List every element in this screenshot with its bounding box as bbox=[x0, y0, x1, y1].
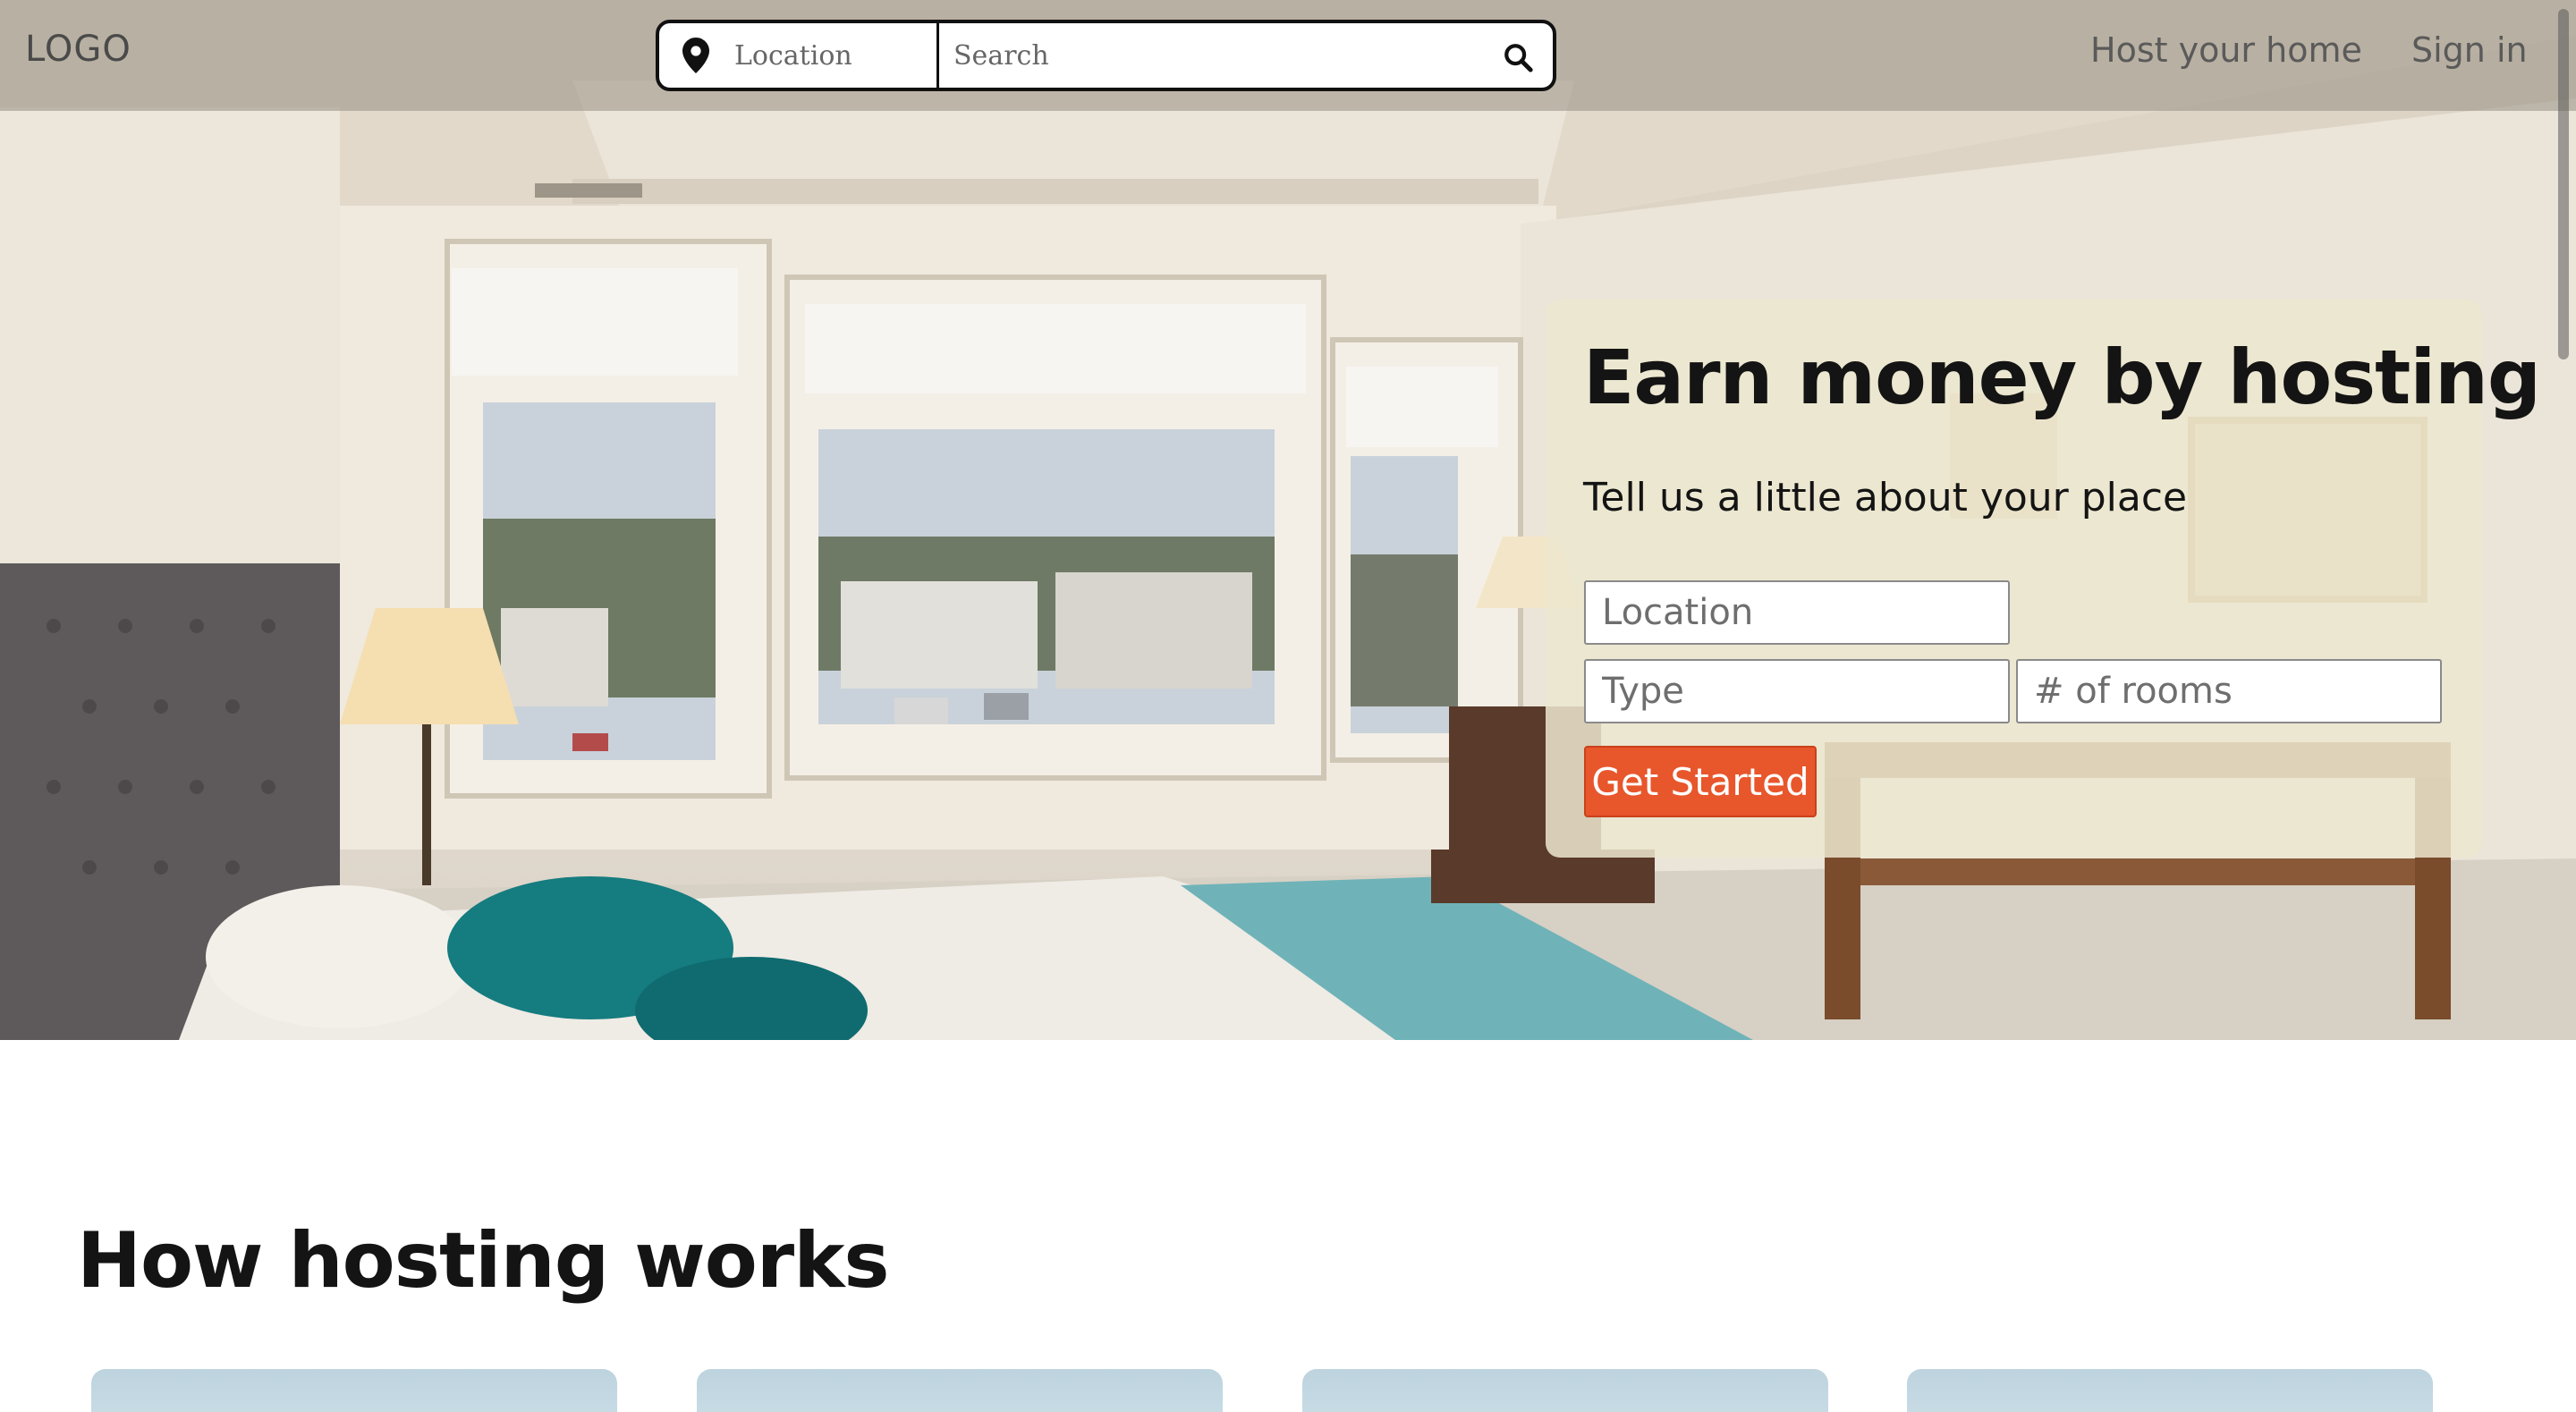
search-bar: Location bbox=[656, 20, 1556, 91]
logo[interactable]: LOGO bbox=[25, 29, 131, 70]
type-input[interactable] bbox=[1584, 659, 2010, 723]
location-label: Location bbox=[734, 39, 852, 72]
map-pin-icon bbox=[682, 38, 709, 73]
search-icon[interactable] bbox=[1503, 41, 1533, 73]
how-it-works-card[interactable] bbox=[91, 1369, 617, 1412]
search-field-wrapper bbox=[939, 23, 1553, 88]
location-input[interactable] bbox=[1584, 580, 2010, 645]
scrollbar-thumb[interactable] bbox=[2558, 9, 2569, 359]
how-it-works-card[interactable] bbox=[697, 1369, 1223, 1412]
how-it-works-card[interactable] bbox=[1302, 1369, 1828, 1412]
section-title: How hosting works bbox=[77, 1216, 890, 1306]
search-input[interactable] bbox=[953, 39, 1454, 72]
page-scrollbar[interactable] bbox=[2549, 0, 2576, 1040]
location-selector[interactable]: Location bbox=[659, 23, 939, 88]
top-navbar: LOGO Location Host your home Sign in bbox=[0, 0, 2576, 111]
host-signup-card: Earn money by hosting Tell us a little a… bbox=[1546, 300, 2541, 858]
get-started-button[interactable]: Get Started bbox=[1584, 746, 1817, 817]
card-subtitle: Tell us a little about your place bbox=[1583, 475, 2188, 520]
rooms-input[interactable] bbox=[2016, 659, 2442, 723]
host-your-home-link[interactable]: Host your home bbox=[2090, 30, 2362, 70]
hero-section: LOGO Location Host your home Sign in bbox=[0, 0, 2576, 1040]
how-it-works-card[interactable] bbox=[1907, 1369, 2433, 1412]
card-title: Earn money by hosting bbox=[1583, 334, 2541, 421]
sign-in-link[interactable]: Sign in bbox=[2411, 30, 2528, 70]
